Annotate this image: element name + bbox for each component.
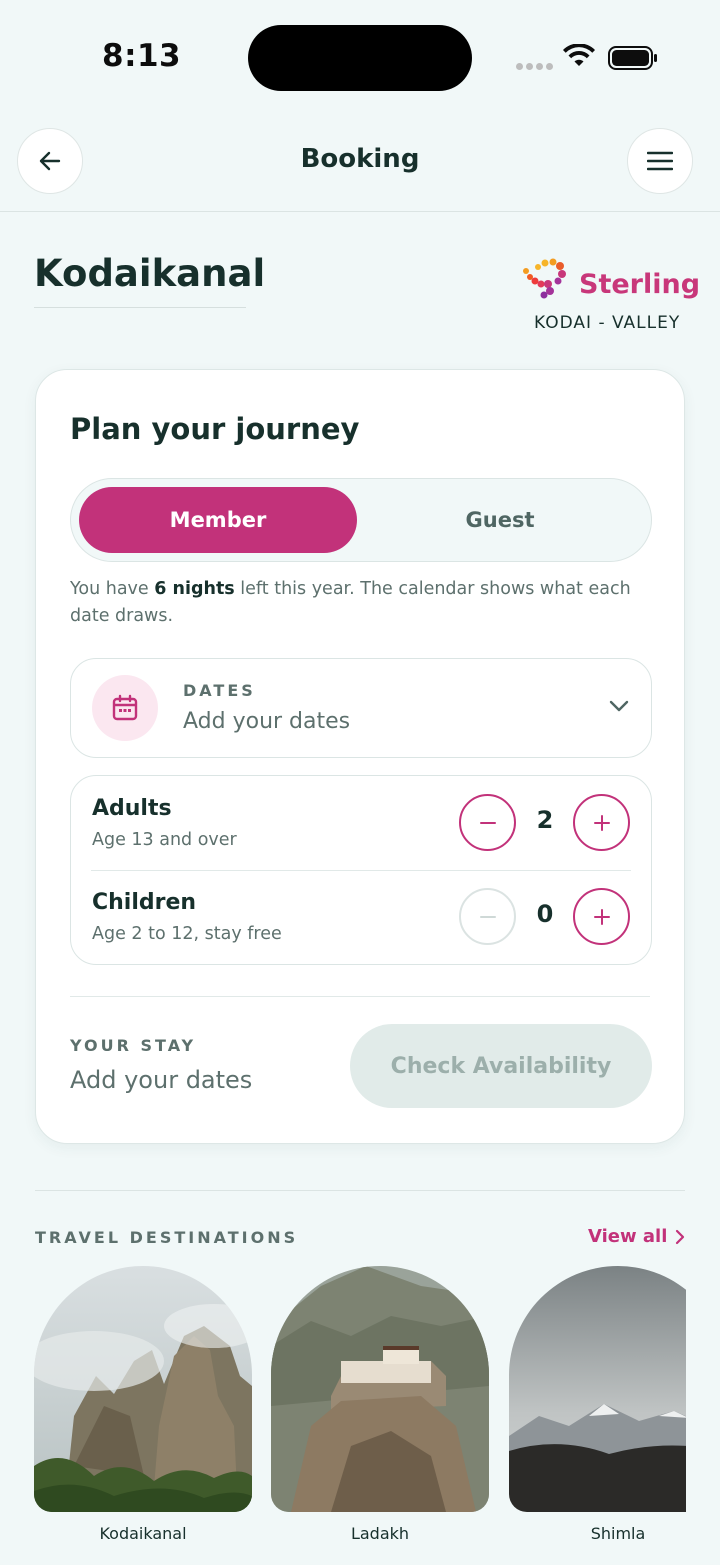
destination-name: Shimla (590, 1524, 646, 1543)
wifi-icon (563, 44, 595, 66)
children-label: Children (92, 890, 197, 915)
view-all-link[interactable]: View all (588, 1226, 685, 1247)
destination-image (34, 1266, 252, 1512)
guests-selector: Adults Age 13 and over 2 Children Age 2 … (70, 775, 652, 965)
hamburger-menu-icon (647, 151, 673, 171)
page-title: Booking (300, 144, 420, 174)
your-stay-label: YOUR STAY (70, 1036, 197, 1055)
destination-image (271, 1266, 489, 1512)
card-title: Plan your journey (70, 412, 360, 446)
adults-count: 2 (536, 806, 554, 834)
travel-destinations-label: TRAVEL DESTINATIONS (35, 1228, 299, 1247)
chevron-down-icon (609, 700, 629, 712)
destination-card[interactable]: Ladakh (271, 1266, 489, 1543)
nights-count: 6 nights (154, 579, 235, 599)
check-availability-button[interactable]: Check Availability (350, 1024, 652, 1108)
dates-selector[interactable]: DATES Add your dates (70, 658, 652, 758)
destination-card[interactable]: Shimla (509, 1266, 686, 1543)
cellular-signal-icon (516, 63, 553, 70)
dynamic-island (248, 25, 472, 91)
children-decrement-button[interactable] (459, 888, 516, 945)
dates-label: DATES (183, 681, 256, 700)
your-stay-value: Add your dates (70, 1066, 253, 1094)
guest-tab[interactable]: Guest (361, 487, 639, 553)
location-title: Kodaikanal (34, 252, 265, 308)
member-tab[interactable]: Member (79, 487, 357, 553)
brand-logo: Sterling KODAI - VALLEY (520, 255, 700, 337)
children-sub: Age 2 to 12, stay free (92, 924, 282, 944)
section-divider (35, 1190, 685, 1191)
dates-value: Add your dates (183, 709, 351, 734)
view-all-label: View all (588, 1226, 668, 1247)
sterling-logo-icon (523, 258, 566, 299)
status-time: 8:13 (102, 38, 182, 74)
children-increment-button[interactable] (573, 888, 630, 945)
adults-decrement-button[interactable] (459, 794, 516, 851)
status-bar: 8:13 (0, 0, 720, 110)
adults-label: Adults (92, 796, 172, 821)
menu-button[interactable] (627, 128, 693, 194)
adults-increment-button[interactable] (573, 794, 630, 851)
children-count: 0 (536, 900, 554, 928)
brand-subtitle: KODAI - VALLEY (534, 313, 681, 333)
plus-icon (593, 908, 610, 925)
destination-name: Ladakh (350, 1524, 410, 1543)
minus-icon (479, 915, 496, 918)
minus-icon (479, 821, 496, 824)
nights-remaining-text: You have 6 nights left this year. The ca… (70, 579, 631, 626)
app-header: Booking (0, 126, 720, 212)
card-divider (70, 996, 650, 997)
destinations-carousel[interactable]: Kodaikanal Ladakh Shimla (34, 1266, 686, 1556)
destination-name: Kodaikanal (99, 1524, 187, 1543)
destination-card[interactable]: Kodaikanal (34, 1266, 252, 1543)
chevron-right-icon (676, 1229, 685, 1244)
plus-icon (593, 814, 610, 831)
adults-row: Adults Age 13 and over 2 (71, 776, 653, 870)
brand-name: Sterling (579, 269, 701, 300)
battery-icon (608, 46, 657, 70)
children-row: Children Age 2 to 12, stay free 0 (71, 870, 653, 964)
adults-sub: Age 13 and over (92, 830, 237, 850)
calendar-icon (112, 694, 138, 721)
member-guest-toggle: Member Guest (70, 478, 652, 562)
destination-image (509, 1266, 686, 1512)
calendar-icon-wrap (92, 675, 158, 741)
plan-journey-card: Plan your journey Member Guest You have … (35, 369, 685, 1144)
